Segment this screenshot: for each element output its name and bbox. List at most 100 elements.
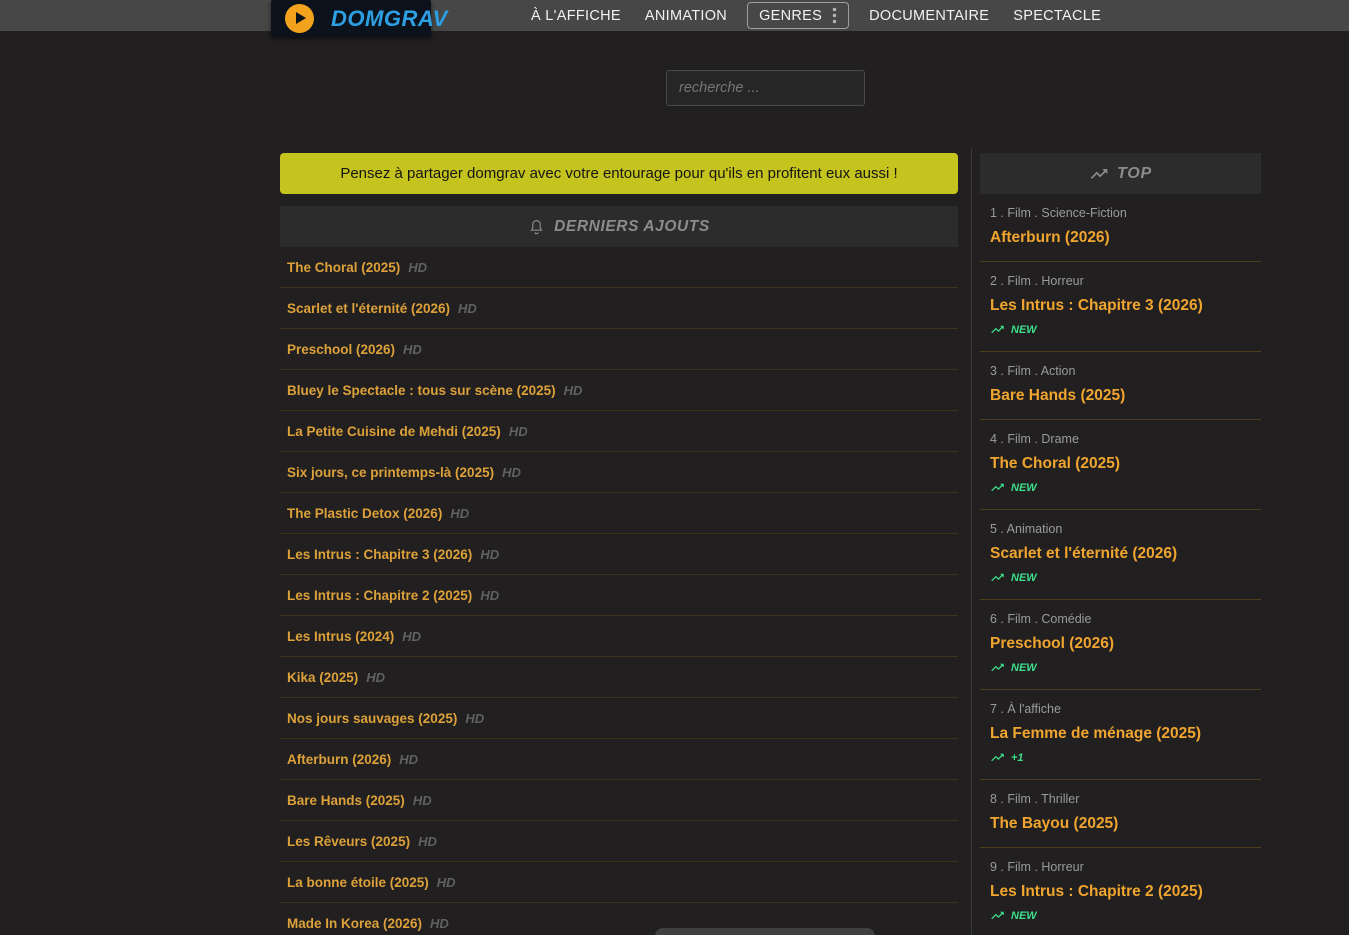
- play-icon: [285, 4, 314, 33]
- top-item-meta: 1 . Film . Science-Fiction: [990, 206, 1261, 220]
- trending-up-icon: [990, 908, 1005, 923]
- top-badge-label: NEW: [1011, 572, 1037, 584]
- quality-badge: HD: [408, 260, 427, 275]
- list-item: Preschool (2026) HD: [280, 329, 958, 370]
- top-item: 9 . Film . Horreur Les Intrus : Chapitre…: [980, 848, 1261, 935]
- movie-title-link[interactable]: Les Intrus : Chapitre 2 (2025): [287, 588, 472, 603]
- top-item-title-link[interactable]: Bare Hands (2025): [990, 387, 1125, 405]
- trending-up-icon: [990, 480, 1005, 495]
- top-item-title-link[interactable]: Preschool (2026): [990, 635, 1114, 653]
- movie-title-link[interactable]: Kika (2025): [287, 670, 358, 685]
- list-item: Les Rêveurs (2025) HD: [280, 821, 958, 862]
- movie-title-link[interactable]: Made In Korea (2026): [287, 916, 422, 931]
- bottom-partial-button[interactable]: [655, 928, 875, 935]
- top-header: TOP: [980, 153, 1261, 194]
- movie-title-link[interactable]: The Plastic Detox (2026): [287, 506, 442, 521]
- quality-badge: HD: [450, 506, 469, 521]
- top-item-title-link[interactable]: Scarlet et l'éternité (2026): [990, 545, 1177, 563]
- latest-additions-header: DERNIERS AJOUTS: [280, 206, 958, 247]
- search-input[interactable]: [666, 70, 865, 106]
- top-badge-label: +1: [1011, 752, 1024, 764]
- nav-item-animation[interactable]: ANIMATION: [645, 8, 727, 24]
- top-item-meta: 9 . Film . Horreur: [990, 860, 1261, 874]
- list-item: Bare Hands (2025) HD: [280, 780, 958, 821]
- bell-icon: [528, 218, 545, 236]
- movie-title-link[interactable]: Afterburn (2026): [287, 752, 391, 767]
- quality-badge: HD: [509, 424, 528, 439]
- list-item: Scarlet et l'éternité (2026) HD: [280, 288, 958, 329]
- top-item-badge: NEW: [990, 570, 1261, 585]
- nav-item-genres[interactable]: GENRES: [747, 2, 849, 29]
- brand-name: DOMGRAV: [331, 6, 448, 32]
- quality-badge: HD: [430, 916, 449, 931]
- top-item-meta: 2 . Film . Horreur: [990, 274, 1261, 288]
- list-item: La Petite Cuisine de Mehdi (2025) HD: [280, 411, 958, 452]
- nav-item-a-laffiche[interactable]: À L'AFFICHE: [531, 8, 621, 24]
- trending-up-icon: [990, 660, 1005, 675]
- movie-title-link[interactable]: Bluey le Spectacle : tous sur scène (202…: [287, 383, 556, 398]
- quality-badge: HD: [399, 752, 418, 767]
- list-item: La bonne étoile (2025) HD: [280, 862, 958, 903]
- top-item-title-link[interactable]: The Bayou (2025): [990, 815, 1118, 833]
- list-item: Bluey le Spectacle : tous sur scène (202…: [280, 370, 958, 411]
- movie-title-link[interactable]: Les Intrus : Chapitre 3 (2026): [287, 547, 472, 562]
- movie-title-link[interactable]: La Petite Cuisine de Mehdi (2025): [287, 424, 501, 439]
- top-item-badge: NEW: [990, 480, 1261, 495]
- list-item: Les Intrus (2024) HD: [280, 616, 958, 657]
- movie-title-link[interactable]: The Choral (2025): [287, 260, 400, 275]
- share-banner: Pensez à partager domgrav avec votre ent…: [280, 153, 958, 194]
- top-item: 6 . Film . Comédie Preschool (2026) NEW: [980, 600, 1261, 690]
- top-item: 1 . Film . Science-Fiction Afterburn (20…: [980, 194, 1261, 262]
- page: DOMGRAV À L'AFFICHE ANIMATION GENRES DOC…: [0, 0, 1349, 935]
- top-item-meta: 8 . Film . Thriller: [990, 792, 1261, 806]
- list-item: Kika (2025) HD: [280, 657, 958, 698]
- list-item: The Choral (2025) HD: [280, 247, 958, 288]
- list-item: Six jours, ce printemps-là (2025) HD: [280, 452, 958, 493]
- list-item: Les Intrus : Chapitre 2 (2025) HD: [280, 575, 958, 616]
- quality-badge: HD: [458, 301, 477, 316]
- quality-badge: HD: [480, 588, 499, 603]
- top-item: 8 . Film . Thriller The Bayou (2025): [980, 780, 1261, 848]
- top-item-title-link[interactable]: Les Intrus : Chapitre 2 (2025): [990, 883, 1203, 901]
- top-item: 3 . Film . Action Bare Hands (2025): [980, 352, 1261, 420]
- quality-badge: HD: [418, 834, 437, 849]
- movie-title-link[interactable]: Six jours, ce printemps-là (2025): [287, 465, 494, 480]
- latest-additions-title: DERNIERS AJOUTS: [554, 218, 710, 236]
- top-item-badge: +1: [990, 750, 1261, 765]
- list-item: The Plastic Detox (2026) HD: [280, 493, 958, 534]
- top-item-title-link[interactable]: Les Intrus : Chapitre 3 (2026): [990, 297, 1203, 315]
- nav-item-documentaire[interactable]: DOCUMENTAIRE: [869, 8, 989, 24]
- site-logo[interactable]: DOMGRAV: [271, 0, 431, 37]
- trending-up-icon: [990, 322, 1005, 337]
- top-item: 5 . Animation Scarlet et l'éternité (202…: [980, 510, 1261, 600]
- trending-up-icon: [990, 570, 1005, 585]
- movie-title-link[interactable]: Nos jours sauvages (2025): [287, 711, 457, 726]
- movie-title-link[interactable]: Scarlet et l'éternité (2026): [287, 301, 450, 316]
- list-item: Nos jours sauvages (2025) HD: [280, 698, 958, 739]
- top-item-title-link[interactable]: La Femme de ménage (2025): [990, 725, 1201, 743]
- top-list: 1 . Film . Science-Fiction Afterburn (20…: [980, 194, 1261, 935]
- top-badge-label: NEW: [1011, 324, 1037, 336]
- top-item-meta: 6 . Film . Comédie: [990, 612, 1261, 626]
- top-badge-label: NEW: [1011, 910, 1037, 922]
- top-title: TOP: [1117, 165, 1152, 183]
- movie-title-link[interactable]: Les Rêveurs (2025): [287, 834, 410, 849]
- top-item-title-link[interactable]: Afterburn (2026): [990, 229, 1110, 247]
- latest-list: The Choral (2025) HD Scarlet et l'éterni…: [280, 247, 958, 935]
- nav-item-spectacle[interactable]: SPECTACLE: [1013, 8, 1101, 24]
- quality-badge: HD: [502, 465, 521, 480]
- top-item-meta: 7 . À l'affiche: [990, 702, 1261, 716]
- main-nav: À L'AFFICHE ANIMATION GENRES DOCUMENTAIR…: [531, 0, 1101, 31]
- top-item-title-link[interactable]: The Choral (2025): [990, 455, 1120, 473]
- movie-title-link[interactable]: La bonne étoile (2025): [287, 875, 429, 890]
- nav-item-genres-label: GENRES: [759, 8, 822, 24]
- movie-title-link[interactable]: Preschool (2026): [287, 342, 395, 357]
- top-item-meta: 5 . Animation: [990, 522, 1261, 536]
- movie-title-link[interactable]: Les Intrus (2024): [287, 629, 394, 644]
- quality-badge: HD: [564, 383, 583, 398]
- trending-up-icon: [990, 750, 1005, 765]
- movie-title-link[interactable]: Bare Hands (2025): [287, 793, 405, 808]
- trending-up-icon: [1089, 164, 1109, 184]
- kebab-menu-icon: [832, 7, 837, 24]
- quality-badge: HD: [403, 342, 422, 357]
